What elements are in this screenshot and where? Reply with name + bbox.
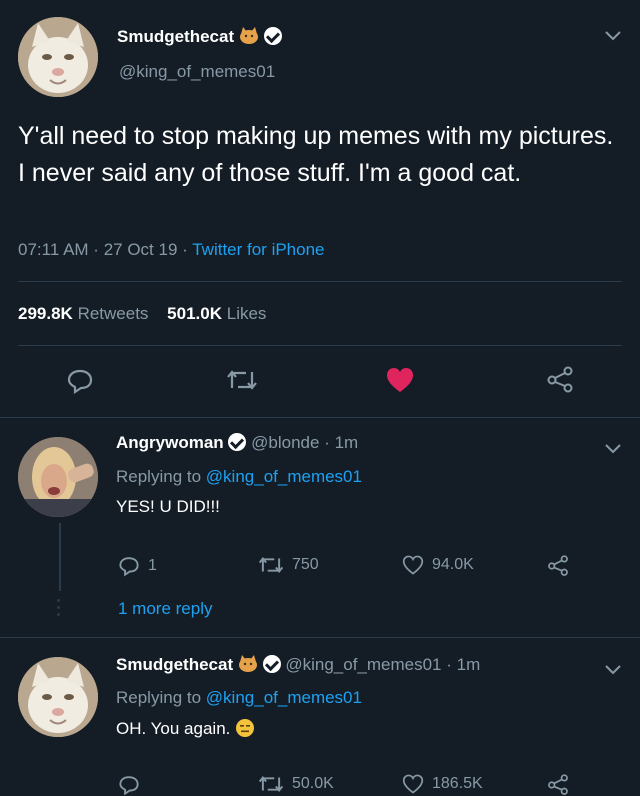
- tweet-date: 27 Oct 19: [103, 240, 178, 259]
- angry-woman-avatar-image: [18, 437, 98, 517]
- reply-button[interactable]: 1: [118, 555, 157, 577]
- like-button[interactable]: 94.0K: [402, 555, 474, 575]
- like-button[interactable]: 186.5K: [402, 774, 483, 794]
- more-options-chevron-icon[interactable]: [604, 664, 622, 676]
- share-button[interactable]: [546, 774, 570, 796]
- thread-dots: [57, 599, 61, 619]
- tweet-time: 07:11 AM: [18, 240, 89, 259]
- reply-icon: [119, 557, 139, 577]
- retweet-button[interactable]: [226, 368, 258, 392]
- reply-text-content: OH. You again.: [116, 719, 231, 738]
- cat-emoji-icon: [239, 27, 258, 44]
- more-options-chevron-icon[interactable]: [604, 443, 622, 455]
- likes-count: 501.0K: [167, 304, 222, 323]
- retweets-label: Retweets: [77, 304, 149, 323]
- share-icon: [548, 774, 568, 795]
- divider: [18, 345, 622, 346]
- reply-text: OH. You again.: [116, 718, 255, 739]
- reply-time: 1m: [456, 655, 481, 674]
- user-handle[interactable]: @king_of_memes01: [119, 62, 275, 82]
- likes-label: Likes: [226, 304, 267, 323]
- divider: [0, 637, 640, 638]
- avatar[interactable]: [18, 437, 98, 517]
- reply-header: Angrywoman @blonde · 1m: [116, 433, 359, 452]
- share-icon: [547, 366, 573, 393]
- tweet-source-link[interactable]: Twitter for iPhone: [192, 240, 324, 259]
- replying-to: Replying to @king_of_memes01: [116, 688, 362, 708]
- display-name[interactable]: Smudgethecat: [116, 655, 233, 674]
- reply-count: 1: [148, 557, 157, 574]
- replying-to-label: Replying to: [116, 467, 202, 486]
- heart-icon: [402, 774, 424, 794]
- cat-avatar-image: [18, 657, 98, 737]
- display-name[interactable]: Smudgethecat: [117, 27, 234, 46]
- like-button[interactable]: [385, 366, 415, 394]
- retweet-icon: [258, 775, 284, 793]
- reply-text: YES! U DID!!!: [116, 497, 220, 516]
- avatar[interactable]: [18, 17, 98, 97]
- heart-icon: [402, 555, 424, 575]
- retweet-count: 750: [292, 556, 319, 573]
- retweet-button[interactable]: 750: [258, 555, 319, 575]
- share-button[interactable]: [545, 366, 575, 394]
- expressionless-emoji-icon: [236, 719, 255, 737]
- verified-badge-icon: [262, 655, 281, 673]
- thread-line: [59, 523, 61, 591]
- tweet-meta: 07:11 AM · 27 Oct 19 · Twitter for iPhon…: [18, 240, 325, 259]
- user-handle[interactable]: @king_of_memes01: [285, 655, 441, 674]
- replying-to-link[interactable]: @king_of_memes01: [206, 467, 362, 486]
- reply-button[interactable]: [66, 368, 94, 394]
- heart-filled-icon: [387, 368, 413, 392]
- replying-to-label: Replying to: [116, 688, 202, 707]
- reply-icon: [67, 369, 93, 394]
- retweet-button[interactable]: 50.0K: [258, 774, 334, 794]
- replying-to: Replying to @king_of_memes01: [116, 467, 362, 487]
- divider: [0, 417, 640, 418]
- likes-stat[interactable]: 501.0K Likes: [167, 304, 266, 323]
- tweet-text: Y'all need to stop making up memes with …: [18, 122, 614, 187]
- replying-to-link[interactable]: @king_of_memes01: [206, 688, 362, 707]
- avatar[interactable]: [18, 657, 98, 737]
- retweet-icon: [258, 556, 284, 574]
- cat-emoji-icon: [238, 655, 257, 672]
- retweet-count: 50.0K: [292, 775, 334, 792]
- more-replies-link[interactable]: 1 more reply: [118, 599, 212, 619]
- retweets-count: 299.8K: [18, 304, 73, 323]
- user-handle[interactable]: @blonde: [251, 433, 319, 452]
- display-name[interactable]: Angrywoman: [116, 433, 224, 452]
- verified-badge-icon: [228, 433, 247, 451]
- retweets-stat[interactable]: 299.8K Retweets: [18, 304, 148, 323]
- verified-badge-icon: [263, 27, 282, 45]
- tweet-stats: 299.8K Retweets 501.0K Likes: [18, 304, 266, 324]
- divider: [18, 281, 622, 282]
- more-options-chevron-icon[interactable]: [604, 30, 622, 42]
- reply-icon: [119, 776, 139, 796]
- reply-header: Smudgethecat @king_of_memes01 · 1m: [116, 655, 481, 674]
- retweet-icon: [227, 370, 257, 390]
- cat-avatar-image: [18, 17, 98, 97]
- share-icon: [548, 555, 568, 576]
- like-count: 94.0K: [432, 556, 474, 573]
- share-button[interactable]: [546, 555, 570, 577]
- like-count: 186.5K: [432, 775, 483, 792]
- reply-button[interactable]: [118, 774, 140, 796]
- reply-time: 1m: [334, 433, 359, 452]
